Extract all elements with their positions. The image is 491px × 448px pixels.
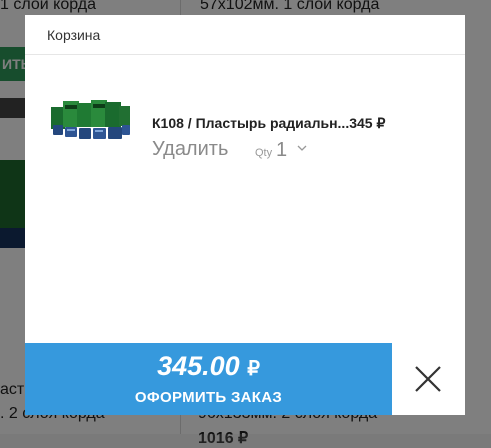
item-name[interactable]: К108 / Пластырь радиальн...345 ₽: [152, 115, 385, 132]
cart-item: К108 / Пластырь радиальн...345 ₽ Удалить…: [25, 95, 465, 175]
item-price: 345 ₽: [349, 115, 386, 131]
total-amount: 345.00: [157, 351, 240, 381]
total-currency: ₽: [247, 358, 260, 380]
qty-value[interactable]: 1: [276, 139, 287, 162]
product-thumbnail[interactable]: [49, 97, 131, 143]
item-title[interactable]: К108 / Пластырь радиальн...: [152, 115, 349, 131]
chevron-down-icon[interactable]: [297, 143, 307, 153]
cart-modal: Корзина К108 / Пластырь радиальн...345 ₽…: [25, 15, 465, 415]
close-button[interactable]: [392, 343, 465, 415]
checkout-label: ОФОРМИТЬ ЗАКАЗ: [134, 389, 283, 406]
checkout-button[interactable]: 345.00 ₽ ОФОРМИТЬ ЗАКАЗ: [25, 343, 392, 415]
remove-button[interactable]: Удалить: [152, 138, 228, 161]
close-icon[interactable]: [414, 365, 442, 393]
qty-label: Qty: [255, 147, 273, 159]
cart-title: Корзина: [47, 27, 101, 43]
cart-header: Корзина: [25, 15, 465, 55]
cart-total: 345.00 ₽: [25, 351, 392, 382]
